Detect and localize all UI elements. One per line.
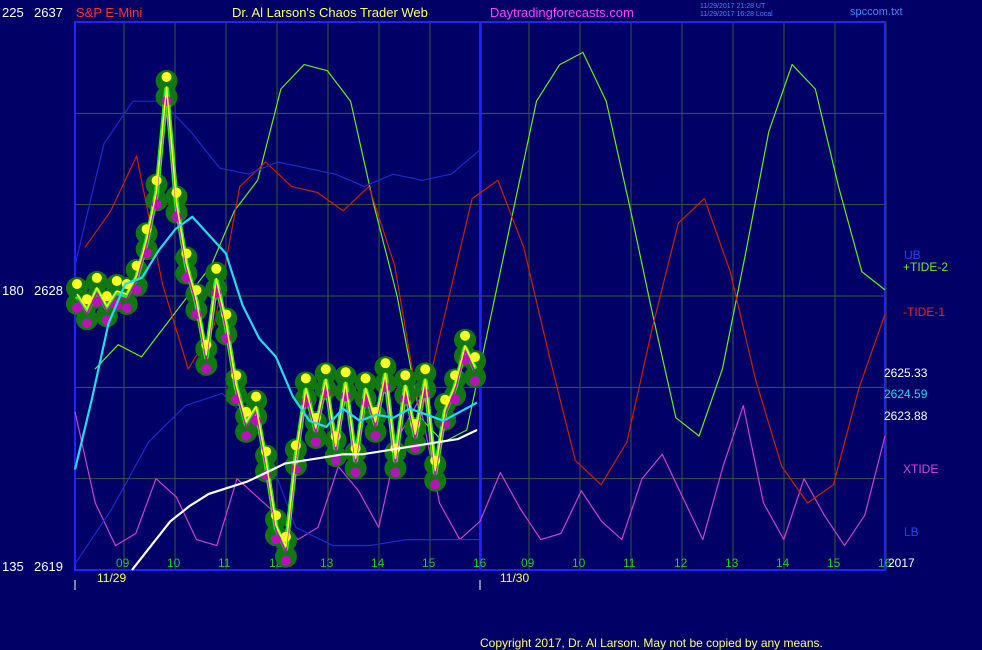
high-dot bbox=[320, 364, 331, 375]
label-year: 2017 bbox=[888, 556, 915, 570]
low-dot bbox=[280, 555, 291, 566]
high-dot bbox=[91, 272, 102, 283]
low-dot bbox=[81, 318, 92, 329]
high-dot bbox=[360, 373, 371, 384]
high-dot bbox=[380, 358, 391, 369]
x-hour-label: 12 bbox=[674, 556, 688, 570]
label-price1: 2625.33 bbox=[884, 366, 928, 380]
high-dot bbox=[300, 373, 311, 384]
header-file: spccom.txt bbox=[850, 6, 903, 18]
x-hour-label: 13 bbox=[320, 556, 334, 570]
header-author: Dr. Al Larson's Chaos Trader Web bbox=[232, 5, 428, 20]
header-timestamp-local: 11/29/2017 16:28 Local bbox=[700, 11, 773, 18]
label-lb: LB bbox=[904, 525, 919, 539]
x-hour-label: 10 bbox=[572, 556, 586, 570]
axis-top-price: 2637 bbox=[34, 5, 63, 20]
high-dot bbox=[111, 275, 122, 286]
x-hour-label: 15 bbox=[422, 556, 436, 570]
low-dot bbox=[430, 479, 441, 490]
x-hour-label: 10 bbox=[167, 556, 181, 570]
label-price2: 2624.59 bbox=[884, 387, 928, 401]
label-xtide: XTIDE bbox=[903, 462, 938, 476]
x-hour-label: 09 bbox=[116, 556, 130, 570]
low-dot bbox=[390, 467, 401, 478]
copyright: Copyright 2017, Dr. Al Larson. May not b… bbox=[480, 636, 823, 650]
axis-top-index: 225 bbox=[2, 5, 24, 20]
label-price3: 2623.88 bbox=[884, 409, 928, 423]
high-dot bbox=[400, 370, 411, 381]
x-date-label-2: 11/30 bbox=[500, 571, 529, 585]
header-timestamp-utc: 11/29/2017 21:28 UT bbox=[700, 3, 766, 10]
low-dot bbox=[310, 436, 321, 447]
high-dot bbox=[350, 443, 361, 454]
header-site: Daytradingforecasts.com bbox=[490, 5, 634, 20]
low-dot bbox=[350, 467, 361, 478]
high-dot bbox=[161, 71, 172, 82]
x-hour-label: 14 bbox=[776, 556, 790, 570]
low-dot bbox=[470, 376, 480, 387]
axis-bottom-price: 2619 bbox=[34, 559, 63, 574]
high-dot bbox=[420, 364, 431, 375]
label-tide1: -TIDE-1 bbox=[903, 305, 945, 319]
x-hour-label: 13 bbox=[725, 556, 739, 570]
header-instrument: S&P E-Mini bbox=[76, 5, 142, 20]
high-dot bbox=[72, 279, 82, 289]
axis-bottom-index: 135 bbox=[2, 559, 24, 574]
x-hour-label: 14 bbox=[371, 556, 385, 570]
low-dot bbox=[121, 303, 132, 313]
x-hour-label: 11 bbox=[623, 556, 636, 570]
high-dot bbox=[251, 391, 262, 402]
x-hour-label: 11 bbox=[218, 556, 231, 570]
low-dot bbox=[201, 363, 212, 374]
high-dot bbox=[211, 263, 222, 274]
high-dot bbox=[460, 330, 471, 341]
x-hour-label: 16 bbox=[473, 556, 487, 570]
chaos-chart: 09 10 11 12 13 14 15 16 09 10 11 12 13 14 15 16 S&P E-M… bbox=[0, 0, 982, 650]
low-dot bbox=[241, 430, 252, 441]
label-tide2: +TIDE-2 bbox=[903, 260, 948, 274]
x-date-label-1: 11/29 bbox=[97, 571, 126, 585]
axis-mid-index: 180 bbox=[2, 283, 24, 298]
x-hour-label: 09 bbox=[521, 556, 535, 570]
low-dot bbox=[370, 430, 381, 441]
high-dot bbox=[340, 367, 351, 378]
x-hour-label: 15 bbox=[827, 556, 841, 570]
axis-mid-price: 2628 bbox=[34, 283, 63, 298]
